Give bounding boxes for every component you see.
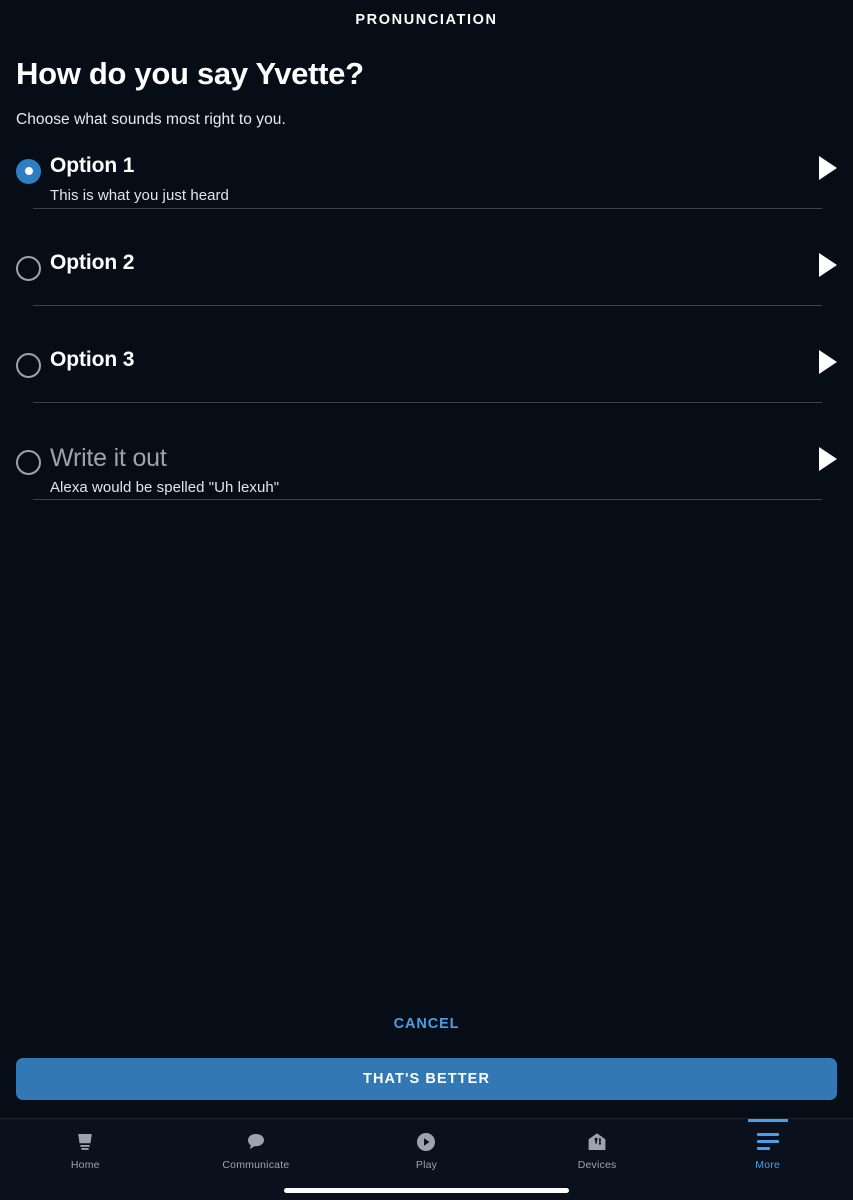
option-label-2: Option 2 bbox=[50, 250, 135, 274]
option-label-write-it-out: Write it out bbox=[50, 443, 167, 472]
radio-button-option-3[interactable] bbox=[16, 352, 41, 378]
cancel-button[interactable]: CANCEL bbox=[394, 1016, 460, 1032]
row-gap-1 bbox=[0, 209, 853, 247]
tab-more[interactable]: More bbox=[682, 1119, 853, 1180]
option-label-3: Option 3 bbox=[50, 347, 135, 371]
radio-wrap-3[interactable] bbox=[16, 344, 50, 378]
tab-label-more: More bbox=[755, 1158, 781, 1171]
option-row-2[interactable]: Option 2 bbox=[0, 247, 853, 305]
house-bulb-icon bbox=[585, 1129, 609, 1155]
hamburger-bars bbox=[756, 1133, 779, 1150]
option-body-1: Option 1 This is what you just heard bbox=[50, 150, 797, 206]
app-screen: PRONUNCIATION How do you say Yvette? Cho… bbox=[0, 0, 853, 1200]
echo-device-icon bbox=[73, 1129, 97, 1155]
option-label-1: Option 1 bbox=[50, 153, 135, 177]
tab-play[interactable]: Play bbox=[341, 1119, 512, 1180]
page-subtitle: Choose what sounds most right to you. bbox=[16, 110, 286, 128]
option-description-1: This is what you just heard bbox=[50, 186, 229, 204]
row-gap-2 bbox=[0, 306, 853, 344]
option-body-4: Write it out Alexa would be spelled "Uh … bbox=[50, 441, 797, 499]
home-indicator[interactable] bbox=[284, 1187, 569, 1193]
cancel-button-container: CANCEL bbox=[0, 1016, 853, 1058]
hamburger-bar-1 bbox=[756, 1133, 779, 1136]
play-triangle-icon bbox=[819, 252, 837, 277]
confirm-button-container: THAT'S BETTER bbox=[0, 1058, 853, 1118]
play-button-option-1[interactable] bbox=[797, 150, 837, 180]
play-triangle-icon bbox=[819, 446, 837, 471]
tab-label-communicate: Communicate bbox=[222, 1158, 290, 1171]
hamburger-bar-2 bbox=[756, 1140, 779, 1143]
play-circle-icon bbox=[414, 1129, 438, 1155]
page-title: How do you say Yvette? bbox=[16, 56, 364, 91]
option-description-write-it-out: Alexa would be spelled "Uh lexuh" bbox=[50, 479, 280, 497]
option-row-3[interactable]: Option 3 bbox=[0, 344, 853, 402]
radio-button-option-2[interactable] bbox=[16, 255, 41, 281]
tab-label-devices: Devices bbox=[577, 1158, 617, 1171]
play-button-write-it-out[interactable] bbox=[797, 441, 837, 471]
radio-button-option-1[interactable] bbox=[16, 158, 41, 184]
screen-title-bar: PRONUNCIATION bbox=[0, 0, 853, 40]
speech-bubble-icon bbox=[244, 1129, 268, 1155]
hamburger-bar-3 bbox=[756, 1147, 770, 1150]
radio-wrap-2[interactable] bbox=[16, 247, 50, 281]
option-row-write-it-out[interactable]: Write it out Alexa would be spelled "Uh … bbox=[0, 441, 853, 499]
play-triangle-icon bbox=[819, 155, 837, 180]
screen-title: PRONUNCIATION bbox=[355, 12, 498, 28]
play-button-option-3[interactable] bbox=[797, 344, 837, 374]
radio-dot-icon bbox=[24, 167, 33, 176]
home-indicator-container bbox=[0, 1180, 853, 1200]
radio-wrap-1[interactable] bbox=[16, 150, 50, 184]
option-body-3: Option 3 bbox=[50, 344, 797, 376]
hamburger-lines-icon bbox=[756, 1129, 779, 1155]
thats-better-button[interactable]: THAT'S BETTER bbox=[16, 1058, 837, 1100]
bottom-tab-bar: Home Communicate Play Devices More bbox=[0, 1118, 853, 1180]
play-triangle-icon bbox=[819, 349, 837, 374]
radio-button-write-it-out[interactable] bbox=[16, 449, 41, 475]
tab-active-indicator bbox=[747, 1119, 788, 1122]
radio-wrap-4[interactable] bbox=[16, 441, 50, 475]
tab-label-home: Home bbox=[70, 1158, 100, 1171]
option-row-1[interactable]: Option 1 This is what you just heard bbox=[0, 150, 853, 208]
row-gap-3 bbox=[0, 403, 853, 441]
tab-home[interactable]: Home bbox=[0, 1119, 171, 1180]
tab-devices[interactable]: Devices bbox=[512, 1119, 683, 1180]
option-body-2: Option 2 bbox=[50, 247, 797, 279]
tab-communicate[interactable]: Communicate bbox=[171, 1119, 342, 1180]
play-button-option-2[interactable] bbox=[797, 247, 837, 277]
tab-label-play: Play bbox=[415, 1158, 438, 1171]
title-block: How do you say Yvette? Choose what sound… bbox=[0, 40, 853, 129]
pronunciation-options-list: Option 1 This is what you just heard Opt… bbox=[0, 150, 853, 500]
